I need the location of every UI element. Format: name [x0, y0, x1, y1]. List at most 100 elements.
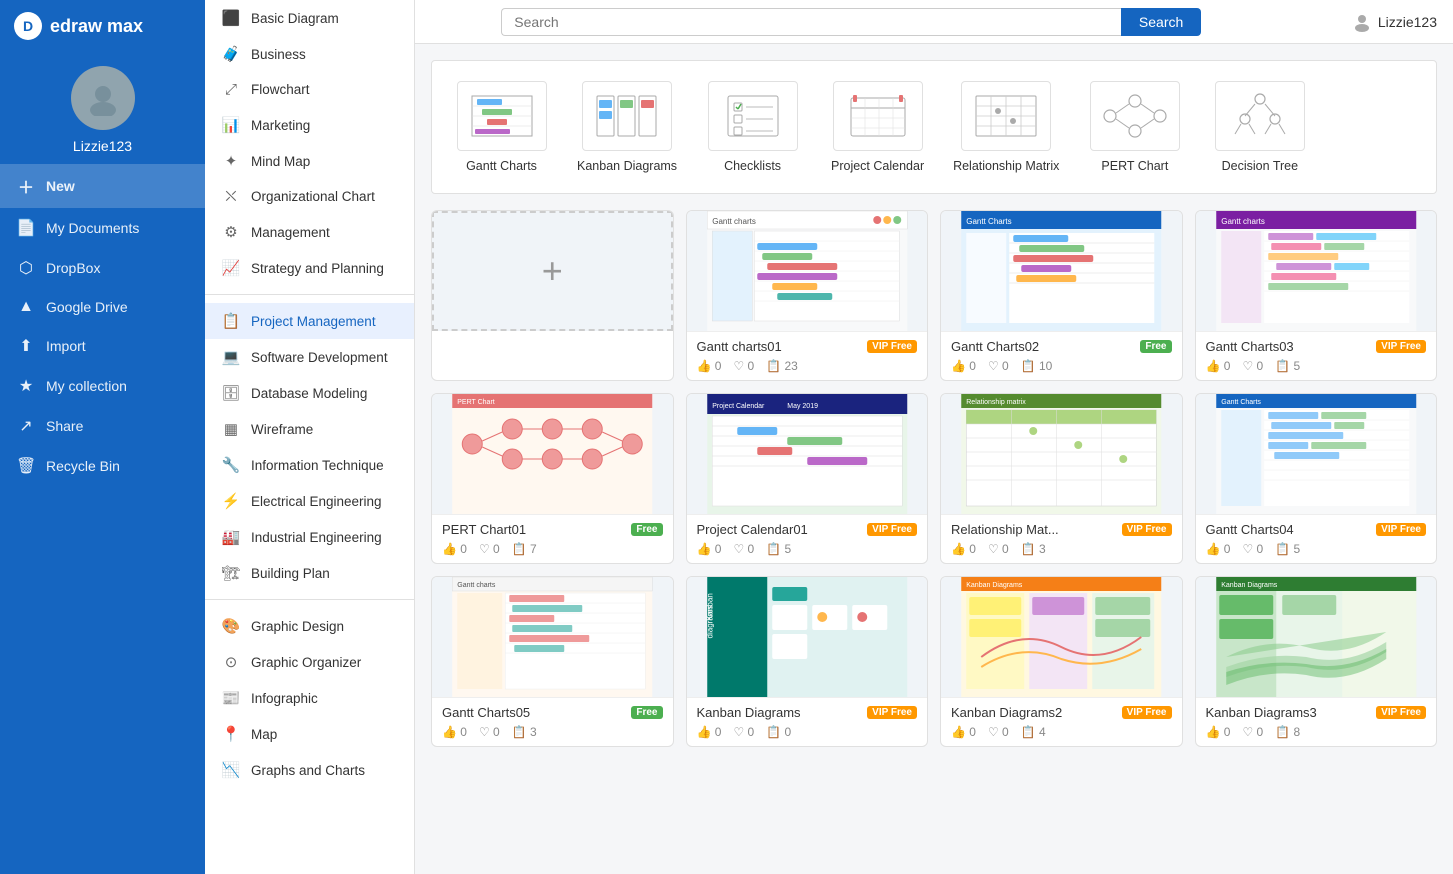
left-panel-item-strategy[interactable]: 📈 Strategy and Planning — [205, 250, 414, 286]
category-gantt-charts[interactable]: Gantt Charts — [444, 73, 559, 181]
project-management-label: Project Management — [251, 314, 376, 329]
recycle-bin-icon: 🗑 — [16, 456, 36, 476]
left-panel-item-database-modeling[interactable]: 🗄 Database Modeling — [205, 375, 414, 411]
kanban01-likes: 👍 0 — [697, 725, 722, 739]
gantt01-title: Gantt charts01 — [697, 339, 782, 354]
building-plan-icon: 🏗 — [221, 564, 241, 582]
template-card-gantt-02[interactable]: Gantt Charts Gantt Charts02 Free 👍 0 ♡ 0… — [940, 210, 1183, 381]
sidebar-item-recycle-bin[interactable]: 🗑 Recycle Bin — [0, 446, 205, 486]
sidebar-item-my-documents[interactable]: 📄 My Documents — [0, 208, 205, 248]
category-kanban-diagrams[interactable]: Kanban Diagrams — [569, 73, 685, 181]
left-panel-item-infographic[interactable]: 📰 Infographic — [205, 680, 414, 716]
category-project-calendar[interactable]: Project Calendar — [820, 73, 935, 181]
gantt05-badge: Free — [631, 706, 662, 719]
category-pert-chart[interactable]: PERT Chart — [1077, 73, 1192, 181]
software-dev-icon: 💻 — [221, 348, 241, 366]
left-panel-item-project-management[interactable]: 📋 Project Management — [205, 303, 414, 339]
my-collection-icon: ★ — [16, 376, 36, 396]
sidebar-item-google-drive[interactable]: ▲ Google Drive — [0, 288, 205, 326]
template-card-kanban-01[interactable]: Kanbandiagrams Kanban Diagrams VIP Free … — [686, 576, 929, 747]
search-button[interactable]: Search — [1121, 8, 1201, 36]
kanban01-title: Kanban Diagrams — [697, 705, 801, 720]
template-card-pert-01[interactable]: PERT Chart PERT Chart01 Free 👍 0 ♡ 0 📋 7 — [431, 393, 674, 564]
svg-text:diagrams: diagrams — [705, 606, 714, 639]
sidebar-item-new-label: New — [46, 178, 75, 194]
relationship-matrix-icon-box — [961, 81, 1051, 151]
category-relationship-matrix[interactable]: Relationship Matrix — [945, 73, 1067, 181]
left-panel-item-industrial-engineering[interactable]: 🏭 Industrial Engineering — [205, 519, 414, 555]
sidebar-item-share[interactable]: ↗ Share — [0, 406, 205, 446]
template-card-project-cal-01[interactable]: Project CalendarMay 2019 Project Calenda… — [686, 393, 929, 564]
svg-text:Gantt Charts: Gantt Charts — [1221, 399, 1261, 406]
sidebar-item-import[interactable]: ⬆ Import — [0, 326, 205, 366]
gantt02-copies: 📋 10 — [1021, 359, 1053, 373]
kanban02-stats: 👍 0 ♡ 0 📋 4 — [951, 725, 1172, 739]
gantt04-hearts: ♡ 0 — [1242, 542, 1263, 556]
template-info-gantt05: Gantt Charts05 Free 👍 0 ♡ 0 📋 3 — [432, 697, 673, 746]
left-panel-item-graphic-design[interactable]: 🎨 Graphic Design — [205, 608, 414, 644]
left-panel-item-org-chart[interactable]: ⛌ Organizational Chart — [205, 179, 414, 214]
template-info-project-cal01: Project Calendar01 VIP Free 👍 0 ♡ 0 📋 5 — [687, 514, 928, 563]
kanban03-likes: 👍 0 — [1206, 725, 1231, 739]
sidebar-item-new[interactable]: ＋ New — [0, 164, 205, 208]
template-card-gantt-03[interactable]: Gantt charts Gantt Charts03 VIP Free 👍 0… — [1195, 210, 1438, 381]
template-card-gantt-05[interactable]: Gantt charts Gantt Charts05 Free 👍 0 ♡ 0… — [431, 576, 674, 747]
left-panel-item-business[interactable]: 🧳 Business — [205, 36, 414, 72]
left-panel-item-electrical-engineering[interactable]: ⚡ Electrical Engineering — [205, 483, 414, 519]
svg-text:Kanban Diagrams: Kanban Diagrams — [1221, 582, 1278, 589]
left-panel-item-marketing[interactable]: 📊 Marketing — [205, 107, 414, 143]
left-panel-item-map[interactable]: 📍 Map — [205, 716, 414, 752]
left-panel-item-basic-diagram[interactable]: ⬛ Basic Diagram — [205, 0, 414, 36]
sidebar-item-my-collection[interactable]: ★ My collection — [0, 366, 205, 406]
building-plan-label: Building Plan — [251, 566, 330, 581]
template-info-gantt03: Gantt Charts03 VIP Free 👍 0 ♡ 0 📋 5 — [1196, 331, 1437, 380]
gantt02-title: Gantt Charts02 — [951, 339, 1039, 354]
template-card-gantt-01[interactable]: Gantt charts Gantt charts01 VIP Free 👍 0… — [686, 210, 929, 381]
gantt03-likes: 👍 0 — [1206, 359, 1231, 373]
gantt04-likes: 👍 0 — [1206, 542, 1231, 556]
strategy-icon: 📈 — [221, 259, 241, 277]
kanban02-hearts: ♡ 0 — [988, 725, 1009, 739]
marketing-label: Marketing — [251, 118, 310, 133]
category-decision-tree[interactable]: Decision Tree — [1202, 73, 1317, 181]
left-panel-item-graphic-organizer[interactable]: ⊙ Graphic Organizer — [205, 644, 414, 680]
pert01-hearts: ♡ 0 — [479, 542, 500, 556]
left-panel-item-management[interactable]: ⚙ Management — [205, 214, 414, 250]
left-panel-item-wireframe[interactable]: ▦ Wireframe — [205, 411, 414, 447]
template-info-kanban02: Kanban Diagrams2 VIP Free 👍 0 ♡ 0 📋 4 — [941, 697, 1182, 746]
logo-icon: D — [14, 12, 42, 40]
relationship-mat-hearts: ♡ 0 — [988, 542, 1009, 556]
template-card-kanban-03[interactable]: Kanban Diagrams Kanban Diagrams3 VIP Fre… — [1195, 576, 1438, 747]
relationship-mat-badge: VIP Free — [1122, 523, 1172, 536]
pert01-title: PERT Chart01 — [442, 522, 526, 537]
left-panel-item-info-technique[interactable]: 🔧 Information Technique — [205, 447, 414, 483]
gantt05-copies: 📋 3 — [512, 725, 537, 739]
template-thumb-relationship-mat: Relationship matrix — [941, 394, 1182, 514]
app-logo: D edraw max — [0, 0, 205, 52]
gantt01-likes: 👍 0 — [697, 359, 722, 373]
left-panel-item-graphs-and-charts[interactable]: 📉 Graphs and Charts — [205, 752, 414, 788]
kanban03-copies: 📋 8 — [1275, 725, 1300, 739]
search-input[interactable] — [501, 8, 1121, 36]
kanban02-copies: 📋 4 — [1021, 725, 1046, 739]
project-calendar-label: Project Calendar — [831, 159, 924, 173]
project-cal01-stats: 👍 0 ♡ 0 📋 5 — [697, 542, 918, 556]
gantt01-hearts: ♡ 0 — [733, 359, 754, 373]
template-card-kanban-02[interactable]: Kanban Diagrams Kanban Diagrams2 VIP Fre… — [940, 576, 1183, 747]
project-cal01-likes: 👍 0 — [697, 542, 722, 556]
template-thumb-gantt03: Gantt charts — [1196, 211, 1437, 331]
template-card-gantt-04[interactable]: Gantt Charts Gantt Charts04 VIP Free 👍 0… — [1195, 393, 1438, 564]
template-card-relationship-mat[interactable]: Relationship matrix Relationship Mat... … — [940, 393, 1183, 564]
left-panel-item-software-development[interactable]: 💻 Software Development — [205, 339, 414, 375]
my-documents-icon: 📄 — [16, 218, 36, 238]
kanban02-likes: 👍 0 — [951, 725, 976, 739]
left-panel-item-mind-map[interactable]: ✦ Mind Map — [205, 143, 414, 179]
category-checklists[interactable]: Checklists — [695, 73, 810, 181]
template-card-new-blank[interactable]: + — [431, 210, 674, 381]
left-panel-item-building-plan[interactable]: 🏗 Building Plan — [205, 555, 414, 591]
sidebar-item-dropbox[interactable]: ⬡ DropBox — [0, 248, 205, 288]
svg-text:Gantt charts: Gantt charts — [457, 582, 496, 589]
left-panel-item-flowchart[interactable]: ⤢ Flowchart — [205, 72, 414, 107]
kanban01-badge: VIP Free — [867, 706, 917, 719]
relationship-mat-stats: 👍 0 ♡ 0 📋 3 — [951, 542, 1172, 556]
